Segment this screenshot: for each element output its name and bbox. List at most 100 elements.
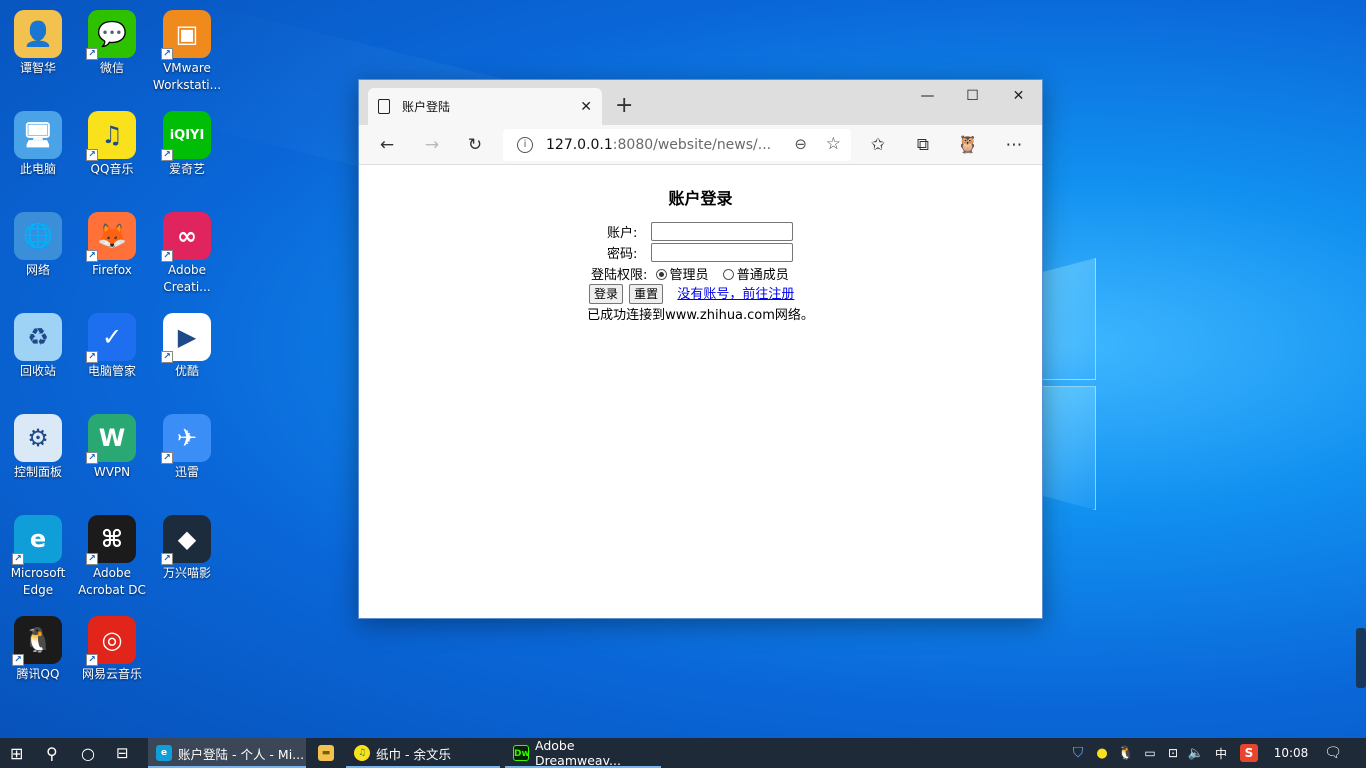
notification-center-icon[interactable]: 🗨: [1322, 738, 1344, 768]
browser-toolbar: ← → ↻ i 127.0.0.1:8080/website/news/... …: [359, 125, 1042, 165]
cortana-icon[interactable]: ○: [81, 738, 95, 768]
reset-button[interactable]: 重置: [629, 284, 664, 304]
desktop-icon-label: 爱奇艺: [168, 162, 205, 176]
sogou-input-icon[interactable]: S: [1240, 744, 1258, 762]
network-icon[interactable]: ⊡: [1163, 738, 1183, 768]
page-icon: [378, 99, 390, 114]
taskbar: ⊞ ⚲ ○ ⊟ e 账户登陆 - 个人 - Mi... ▬ ♫ 纸巾 - 余文乐…: [0, 738, 1366, 768]
browser-window: 账户登陆 ✕ + — ☐ ✕ ← → ↻ i 127.0.0.1:8080/we…: [358, 79, 1043, 619]
shortcut-arrow-icon: ↗: [12, 654, 24, 666]
desktop-icon[interactable]: ✈ ↗ 迅雷: [149, 414, 225, 481]
minimize-button[interactable]: —: [905, 84, 950, 108]
shortcut-arrow-icon: ↗: [86, 48, 98, 60]
desktop-side-handle: [1356, 628, 1366, 688]
desktop-icon-label: Microsoft Edge: [10, 566, 66, 597]
qq-tray-icon[interactable]: 🐧: [1116, 738, 1136, 768]
desktop-icon-label: QQ音乐: [90, 162, 134, 176]
volume-icon[interactable]: 🔈: [1186, 738, 1206, 768]
taskbar-app-qqmusic[interactable]: ♫ 纸巾 - 余文乐: [346, 738, 500, 768]
qq-music-tray-icon[interactable]: ●: [1092, 738, 1112, 768]
shortcut-arrow-icon: ↗: [12, 553, 24, 565]
desktop-icon-label: 网络: [25, 263, 50, 277]
taskbar-app-label: 账户登陆 - 个人 - Mi...: [178, 746, 305, 762]
desktop-icon[interactable]: ∞ ↗ Adobe Creati...: [149, 212, 225, 296]
new-tab-button[interactable]: +: [615, 93, 633, 118]
title-bar[interactable]: 账户登陆 ✕ + — ☐ ✕: [359, 80, 1042, 125]
task-view-icon[interactable]: ⊟: [116, 738, 129, 768]
role-row: 登陆权限: 管理员 普通成员: [591, 264, 789, 283]
wvpn-icon: W ↗: [86, 414, 136, 464]
page-title: 账户登录: [668, 189, 733, 208]
desktop-icon[interactable]: ✓ ↗ 电脑管家: [74, 313, 150, 380]
shortcut-arrow-icon: ↗: [161, 48, 173, 60]
desktop-icon-label: 电脑管家: [87, 364, 136, 378]
desktop-icon[interactable]: e ↗ Microsoft Edge: [0, 515, 76, 599]
desktop-icon[interactable]: ◎ ↗ 网易云音乐: [74, 616, 150, 683]
desktop-icon[interactable]: W ↗ WVPN: [74, 414, 150, 481]
account-input[interactable]: [651, 222, 793, 241]
desktop-icon[interactable]: 💬 ↗ 微信: [74, 10, 150, 77]
role-label: 登陆权限:: [591, 268, 648, 283]
register-link[interactable]: 没有账号，前往注册: [677, 287, 794, 302]
taskbar-app-dreamweaver[interactable]: Dw Adobe Dreamweav...: [505, 738, 661, 768]
shortcut-arrow-icon: ↗: [86, 553, 98, 565]
tab-close-icon[interactable]: ✕: [580, 99, 592, 115]
role-member-radio[interactable]: [722, 269, 734, 280]
taskbar-app-label: Adobe Dreamweav...: [535, 738, 621, 768]
desktop-icon[interactable]: 🦊 ↗ Firefox: [74, 212, 150, 279]
windows-start-icon[interactable]: ⊞: [10, 738, 23, 768]
desktop-icon[interactable]: ⌘ ↗ Adobe Acrobat DC: [74, 515, 150, 599]
iqiyi-icon: iQIYI ↗: [161, 111, 211, 161]
zoom-out-icon[interactable]: ⊖: [794, 135, 807, 153]
role-member-label[interactable]: 普通成员: [737, 268, 789, 283]
desktop-icon[interactable]: 👤 谭智华: [0, 10, 76, 77]
desktop-icon-label: Adobe Acrobat DC: [78, 566, 146, 597]
battery-icon[interactable]: ▭: [1140, 738, 1160, 768]
site-info-icon[interactable]: i: [517, 137, 533, 153]
desktop-icon[interactable]: ▶ ↗ 优酷: [149, 313, 225, 380]
desktop-icon[interactable]: ♫ ↗ QQ音乐: [74, 111, 150, 178]
address-bar[interactable]: i 127.0.0.1:8080/website/news/... ⊖ ☆: [503, 129, 851, 161]
shortcut-arrow-icon: ↗: [86, 250, 98, 262]
desktop-icon-label: 腾讯QQ: [16, 667, 60, 681]
desktop-icon[interactable]: iQIYI ↗ 爱奇艺: [149, 111, 225, 178]
desktop-icon[interactable]: ⚙ 控制面板: [0, 414, 76, 481]
tab-title: 账户登陆: [402, 100, 451, 114]
tab-login[interactable]: 账户登陆 ✕: [368, 88, 602, 125]
collections-icon[interactable]: ⧉: [911, 133, 935, 157]
maximize-button[interactable]: ☐: [950, 84, 995, 108]
role-admin-label[interactable]: 管理员: [670, 268, 709, 283]
desktop-icon[interactable]: 🐧 ↗ 腾讯QQ: [0, 616, 76, 683]
desktop-icon[interactable]: 🌐 网络: [0, 212, 76, 279]
desktop-icon[interactable]: ♻ 回收站: [0, 313, 76, 380]
ime-indicator[interactable]: 中: [1210, 738, 1232, 768]
back-arrow-icon[interactable]: ←: [375, 133, 399, 157]
desktop-icon-label: VMware Workstati...: [152, 61, 222, 92]
more-menu-icon[interactable]: ⋯: [1002, 133, 1026, 157]
qq-music-icon: ♫: [354, 745, 370, 761]
desktop-icon[interactable]: ▣ ↗ VMware Workstati...: [149, 10, 225, 94]
clock[interactable]: 10:08: [1268, 738, 1314, 768]
refresh-icon[interactable]: ↻: [463, 133, 487, 157]
taskbar-app-explorer[interactable]: ▬: [310, 738, 344, 768]
desktop-icon-label: 迅雷: [174, 465, 199, 479]
taskbar-app-edge[interactable]: e 账户登陆 - 个人 - Mi...: [148, 738, 306, 768]
desktop-icon[interactable]: ◆ ↗ 万兴喵影: [149, 515, 225, 582]
login-button[interactable]: 登录: [589, 284, 624, 304]
adobe-cc-icon: ∞ ↗: [161, 212, 211, 262]
desktop-icon-label: 回收站: [19, 364, 56, 378]
search-icon[interactable]: ⚲: [46, 738, 58, 768]
close-window-button[interactable]: ✕: [996, 84, 1041, 108]
dreamweaver-icon: Dw: [513, 745, 530, 761]
favorites-icon[interactable]: ✩: [866, 133, 890, 157]
security-shield-icon[interactable]: ⛉: [1068, 738, 1088, 768]
password-input[interactable]: [651, 243, 793, 262]
role-admin-radio[interactable]: [655, 269, 667, 280]
add-favorite-icon[interactable]: ☆: [826, 134, 841, 154]
extension-owl-icon[interactable]: 🦉: [956, 133, 980, 157]
desktop-icon-label: 万兴喵影: [162, 566, 211, 580]
shortcut-arrow-icon: ↗: [86, 452, 98, 464]
desktop-icon[interactable]: 🖥 此电脑: [0, 111, 76, 178]
shortcut-arrow-icon: ↗: [161, 250, 173, 262]
forward-arrow-icon[interactable]: →: [420, 133, 444, 157]
